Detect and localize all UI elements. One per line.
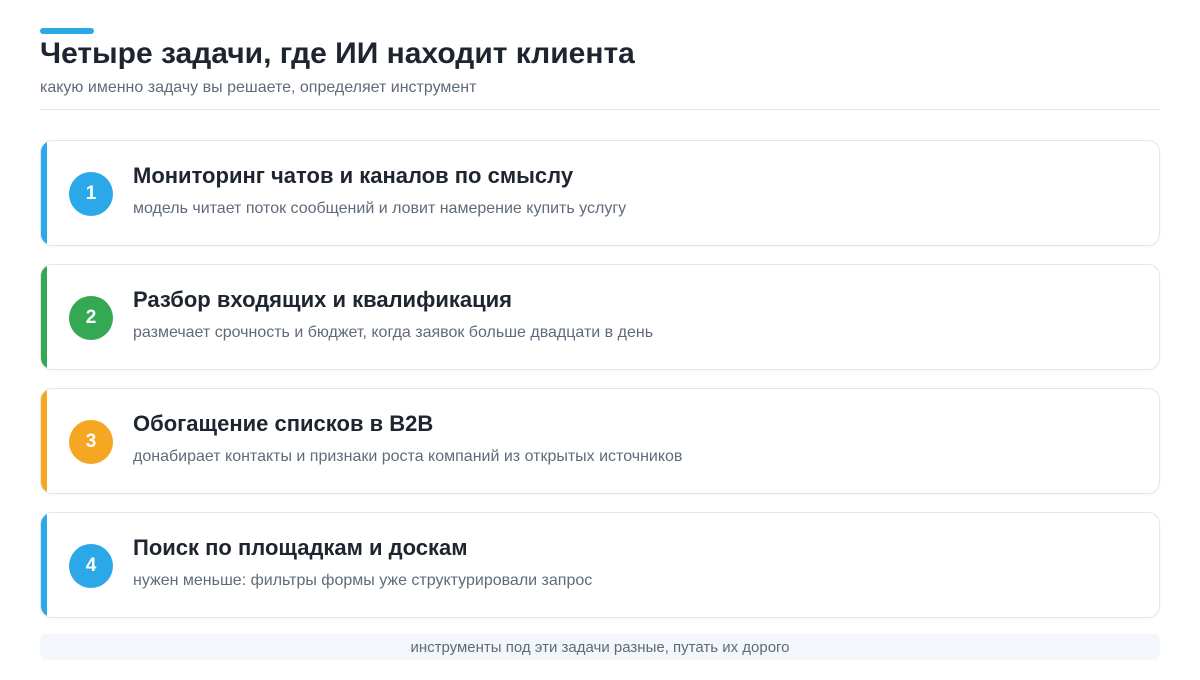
page-title: Четыре задачи, где ИИ находит клиента: [40, 37, 635, 70]
task-card-stripe: [41, 265, 47, 369]
header-accent-bar: [40, 28, 94, 34]
task-description: модель читает поток сообщений и ловит на…: [133, 200, 627, 217]
task-card-1: 1 Мониторинг чатов и каналов по смыслу м…: [40, 140, 1160, 246]
task-description: размечает срочность и бюджет, когда заяв…: [133, 324, 654, 341]
task-title: Разбор входящих и квалификация: [133, 287, 512, 312]
task-card-4: 4 Поиск по площадкам и доскам нужен мень…: [40, 512, 1160, 618]
task-number-badge: 3: [69, 420, 113, 464]
task-card-stripe: [41, 513, 47, 617]
task-number-badge: 4: [69, 544, 113, 588]
page-subtitle: какую именно задачу вы решаете, определя…: [40, 79, 477, 96]
task-title: Обогащение списков в B2B: [133, 411, 434, 436]
task-number-badge: 1: [69, 172, 113, 216]
task-card-stripe: [41, 389, 47, 493]
task-title: Мониторинг чатов и каналов по смыслу: [133, 163, 574, 188]
task-number-badge: 2: [69, 296, 113, 340]
task-card-stripe: [41, 141, 47, 245]
task-description: нужен меньше: фильтры формы уже структур…: [133, 572, 593, 589]
slide: Четыре задачи, где ИИ находит клиента ка…: [0, 0, 1200, 680]
footer-note: инструменты под эти задачи разные, путат…: [40, 634, 1160, 660]
task-card-3: 3 Обогащение списков в B2B донабирает ко…: [40, 388, 1160, 494]
task-card-2: 2 Разбор входящих и квалификация размеча…: [40, 264, 1160, 370]
header-divider: [40, 109, 1160, 110]
task-title: Поиск по площадкам и доскам: [133, 535, 468, 560]
task-description: донабирает контакты и признаки роста ком…: [133, 448, 683, 465]
